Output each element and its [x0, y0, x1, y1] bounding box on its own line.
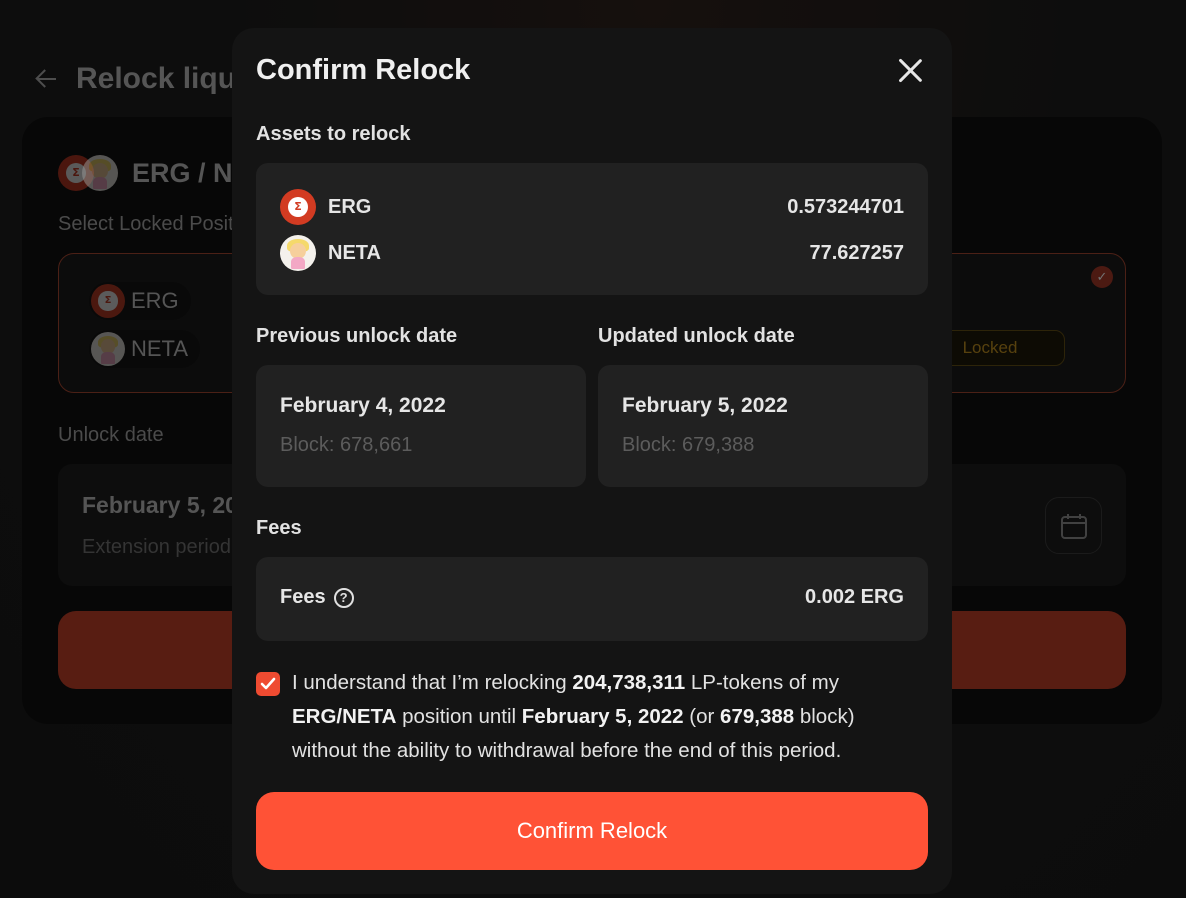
assets-panel: Σ ERG 0.573244701 NETA 77.627257	[256, 163, 928, 295]
fees-panel: Fees ? 0.002 ERG	[256, 557, 928, 641]
asset-name: ERG	[328, 195, 372, 218]
agreement-text-part: LP-tokens of my	[685, 671, 840, 694]
modal-title: Confirm Relock	[256, 54, 471, 86]
updated-unlock-block: Block: 679,388	[622, 434, 755, 456]
updated-unlock-label: Updated unlock date	[598, 325, 795, 347]
asset-amount: 77.627257	[809, 241, 904, 264]
fees-section-label: Fees	[256, 517, 302, 539]
erg-icon: Σ	[280, 189, 316, 225]
asset-row-neta: NETA 77.627257	[280, 235, 904, 271]
neta-icon	[280, 235, 316, 271]
agreement-text: I understand that I’m relocking 204,738,…	[292, 666, 912, 768]
asset-row-erg: Σ ERG 0.573244701	[280, 189, 904, 225]
unlock-block: 679,388	[720, 705, 795, 728]
updated-unlock-panel: February 5, 2022 Block: 679,388	[598, 365, 928, 487]
asset-name: NETA	[328, 241, 381, 264]
check-icon	[260, 677, 276, 690]
lp-token-amount: 204,738,311	[572, 671, 686, 694]
agreement-text-part: I understand that I’m relocking	[292, 671, 573, 694]
fees-value: 0.002 ERG	[805, 586, 904, 608]
fees-row-label: Fees ?	[280, 586, 354, 609]
updated-unlock-date: February 5, 2022	[622, 394, 788, 417]
confirm-relock-modal: Confirm Relock Assets to relock Σ ERG 0.…	[232, 28, 952, 894]
agreement-checkbox[interactable]	[256, 672, 280, 696]
pair-name: ERG/NETA	[292, 705, 397, 728]
fees-label: Fees	[280, 586, 326, 608]
previous-unlock-block: Block: 678,661	[280, 434, 413, 456]
confirm-relock-button[interactable]: Confirm Relock	[256, 792, 928, 870]
previous-unlock-date: February 4, 2022	[280, 394, 446, 417]
asset-amount: 0.573244701	[787, 195, 904, 218]
previous-unlock-label: Previous unlock date	[256, 325, 458, 347]
previous-unlock-panel: February 4, 2022 Block: 678,661	[256, 365, 586, 487]
agreement-text-part: position until	[396, 705, 522, 728]
help-icon[interactable]: ?	[333, 587, 354, 608]
close-icon[interactable]	[894, 54, 926, 86]
unlock-date: February 5, 2022	[521, 705, 684, 728]
assets-label: Assets to relock	[256, 123, 411, 145]
agreement-text-part: (or	[683, 705, 721, 728]
